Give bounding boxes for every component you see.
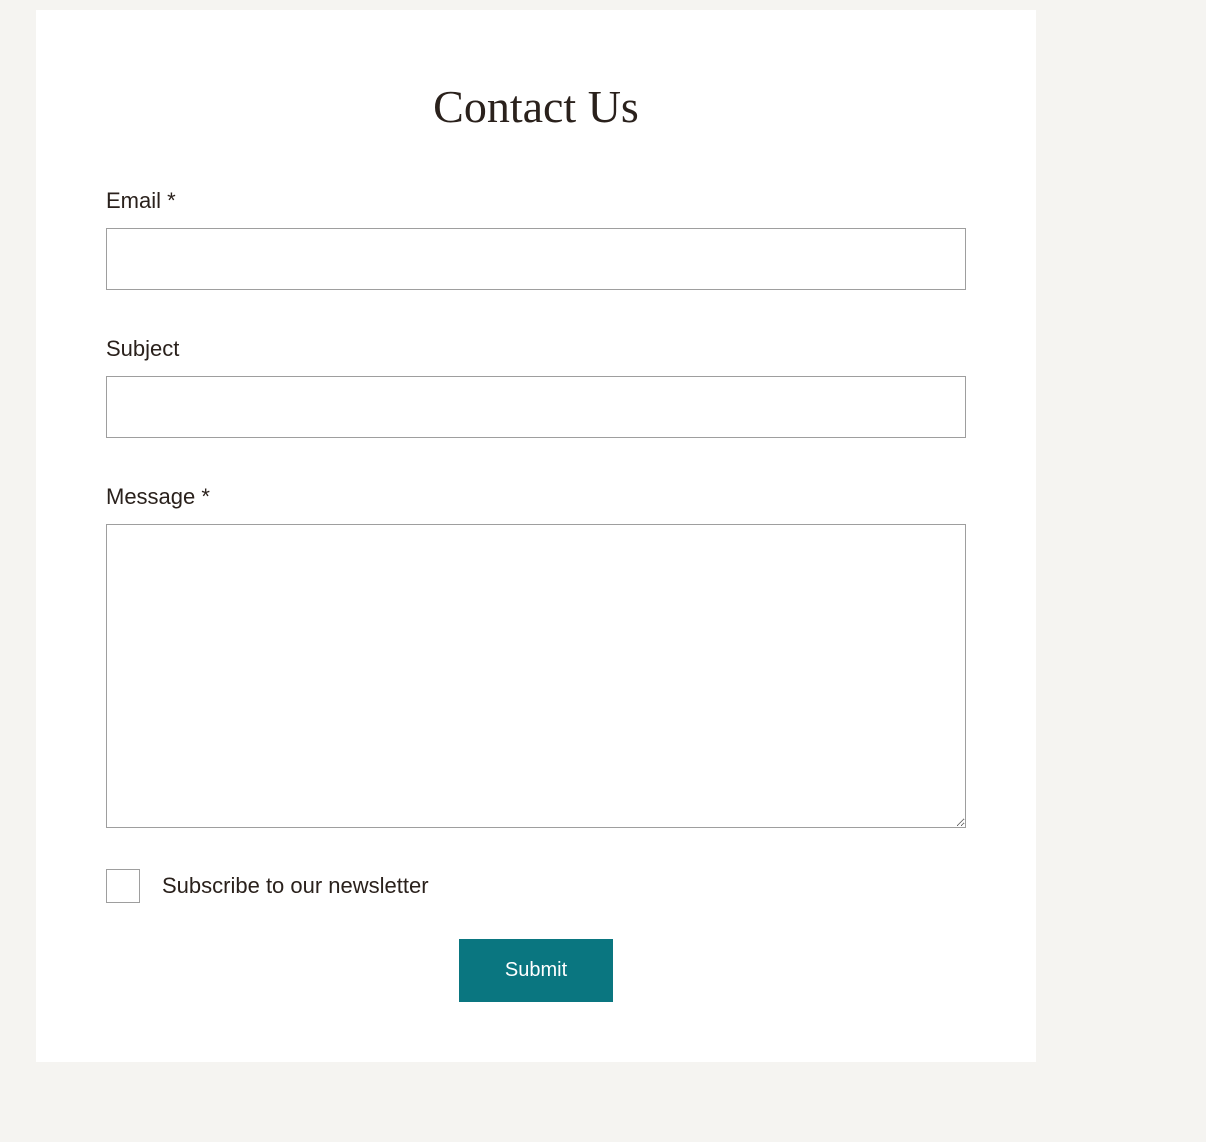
submit-button[interactable]: Submit xyxy=(459,939,613,1002)
newsletter-checkbox[interactable] xyxy=(106,869,140,903)
subject-label: Subject xyxy=(106,336,966,362)
message-input[interactable] xyxy=(106,524,966,828)
message-label: Message * xyxy=(106,484,966,510)
subject-field-group: Subject xyxy=(106,336,966,438)
email-field-group: Email * xyxy=(106,188,966,290)
newsletter-row: Subscribe to our newsletter xyxy=(106,869,966,903)
newsletter-label[interactable]: Subscribe to our newsletter xyxy=(162,873,429,899)
email-label: Email * xyxy=(106,188,966,214)
email-input[interactable] xyxy=(106,228,966,290)
contact-form-card: Contact Us Email * Subject Message * Sub… xyxy=(36,10,1036,1062)
submit-wrapper: Submit xyxy=(106,939,966,1002)
message-field-group: Message * xyxy=(106,484,966,833)
subject-input[interactable] xyxy=(106,376,966,438)
page-title: Contact Us xyxy=(106,80,966,133)
